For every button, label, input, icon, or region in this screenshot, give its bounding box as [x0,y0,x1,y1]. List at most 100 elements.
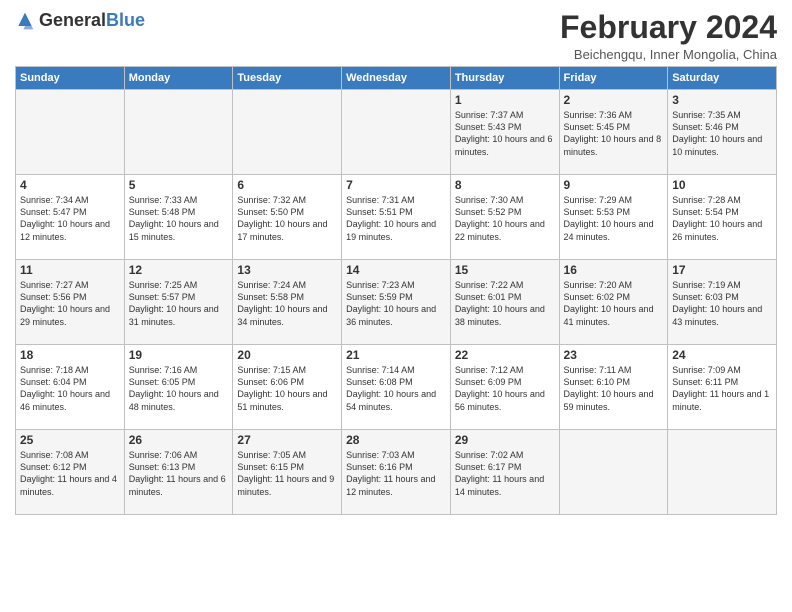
calendar-cell: 29 Sunrise: 7:02 AM Sunset: 6:17 PM Dayli… [450,430,559,515]
calendar-cell: 10 Sunrise: 7:28 AM Sunset: 5:54 PM Dayli… [668,175,777,260]
day-number: 11 [20,263,120,277]
week-row-3: 11Sunrise: 7:27 AM Sunset: 5:56 PM Dayli… [16,260,777,345]
calendar-cell: 25 Sunrise: 7:08 AM Sunset: 6:12 PM Dayli… [16,430,125,515]
day-number: 22 [455,348,555,362]
day-info: Sunrise: 7:34 AM Sunset: 5:47 PM Dayligh… [20,194,120,243]
day-info: Sunrise: 7:16 AM Sunset: 6:05 PM Dayligh… [129,364,229,413]
calendar-cell [16,90,125,175]
week-row-2: 4 Sunrise: 7:34 AM Sunset: 5:47 PM Daylig… [16,175,777,260]
day-info: Sunrise: 7:14 AM Sunset: 6:08 PM Dayligh… [346,364,446,413]
header: GeneralBlue February 2024 Beichengqu, In… [15,10,777,62]
logo-general: General [39,10,106,30]
day-info: Sunrise: 7:11 AM Sunset: 6:10 PM Dayligh… [564,364,664,413]
calendar-cell: 16 Sunrise: 7:20 AM Sunset: 6:02 PM Dayli… [559,260,668,345]
calendar-cell: 14 Sunrise: 7:23 AM Sunset: 5:59 PM Dayli… [342,260,451,345]
calendar-cell: 13 Sunrise: 7:24 AM Sunset: 5:58 PM Dayli… [233,260,342,345]
day-number: 29 [455,433,555,447]
title-block: February 2024 Beichengqu, Inner Mongolia… [560,10,777,62]
day-info: Sunrise: 7:23 AM Sunset: 5:59 PM Dayligh… [346,279,446,328]
day-number: 17 [672,263,772,277]
calendar-cell: 11Sunrise: 7:27 AM Sunset: 5:56 PM Dayli… [16,260,125,345]
day-number: 14 [346,263,446,277]
day-number: 10 [672,178,772,192]
day-number: 21 [346,348,446,362]
calendar-cell [559,430,668,515]
calendar-cell: 6 Sunrise: 7:32 AM Sunset: 5:50 PM Daylig… [233,175,342,260]
header-wednesday: Wednesday [342,67,451,90]
calendar-cell: 20Sunrise: 7:15 AM Sunset: 6:06 PM Dayli… [233,345,342,430]
calendar-cell [668,430,777,515]
day-number: 7 [346,178,446,192]
day-info: Sunrise: 7:12 AM Sunset: 6:09 PM Dayligh… [455,364,555,413]
header-saturday: Saturday [668,67,777,90]
logo-text: GeneralBlue [39,10,145,31]
day-info: Sunrise: 7:02 AM Sunset: 6:17 PM Dayligh… [455,449,555,498]
logo-icon [15,11,35,31]
day-number: 3 [672,93,772,107]
subtitle: Beichengqu, Inner Mongolia, China [560,47,777,62]
main-title: February 2024 [560,10,777,45]
day-number: 19 [129,348,229,362]
day-info: Sunrise: 7:24 AM Sunset: 5:58 PM Dayligh… [237,279,337,328]
day-number: 8 [455,178,555,192]
calendar-cell: 9 Sunrise: 7:29 AM Sunset: 5:53 PM Daylig… [559,175,668,260]
day-number: 25 [20,433,120,447]
day-number: 20 [237,348,337,362]
day-number: 12 [129,263,229,277]
day-info: Sunrise: 7:35 AM Sunset: 5:46 PM Dayligh… [672,109,772,158]
weekday-header-row: Sunday Monday Tuesday Wednesday Thursday… [16,67,777,90]
calendar-cell: 27 Sunrise: 7:05 AM Sunset: 6:15 PM Dayli… [233,430,342,515]
day-number: 2 [564,93,664,107]
header-thursday: Thursday [450,67,559,90]
day-info: Sunrise: 7:09 AM Sunset: 6:11 PM Dayligh… [672,364,772,413]
day-info: Sunrise: 7:03 AM Sunset: 6:16 PM Dayligh… [346,449,446,498]
calendar-cell: 15Sunrise: 7:22 AM Sunset: 6:01 PM Dayli… [450,260,559,345]
day-number: 15 [455,263,555,277]
page-container: GeneralBlue February 2024 Beichengqu, In… [0,0,792,525]
calendar-cell: 5Sunrise: 7:33 AM Sunset: 5:48 PM Daylig… [124,175,233,260]
day-info: Sunrise: 7:20 AM Sunset: 6:02 PM Dayligh… [564,279,664,328]
calendar-cell [342,90,451,175]
day-info: Sunrise: 7:32 AM Sunset: 5:50 PM Dayligh… [237,194,337,243]
calendar-cell: 22 Sunrise: 7:12 AM Sunset: 6:09 PM Dayli… [450,345,559,430]
day-info: Sunrise: 7:08 AM Sunset: 6:12 PM Dayligh… [20,449,120,498]
calendar-cell: 23 Sunrise: 7:11 AM Sunset: 6:10 PM Dayli… [559,345,668,430]
calendar-cell: 2 Sunrise: 7:36 AM Sunset: 5:45 PM Daylig… [559,90,668,175]
week-row-1: 1Sunrise: 7:37 AM Sunset: 5:43 PM Daylig… [16,90,777,175]
day-number: 6 [237,178,337,192]
day-info: Sunrise: 7:18 AM Sunset: 6:04 PM Dayligh… [20,364,120,413]
day-info: Sunrise: 7:37 AM Sunset: 5:43 PM Dayligh… [455,109,555,158]
day-info: Sunrise: 7:29 AM Sunset: 5:53 PM Dayligh… [564,194,664,243]
day-number: 18 [20,348,120,362]
day-number: 4 [20,178,120,192]
calendar-cell: 17Sunrise: 7:19 AM Sunset: 6:03 PM Dayli… [668,260,777,345]
logo: GeneralBlue [15,10,145,31]
calendar-cell: 4 Sunrise: 7:34 AM Sunset: 5:47 PM Daylig… [16,175,125,260]
calendar-cell: 19 Sunrise: 7:16 AM Sunset: 6:05 PM Dayli… [124,345,233,430]
header-tuesday: Tuesday [233,67,342,90]
calendar-cell: 24Sunrise: 7:09 AM Sunset: 6:11 PM Dayli… [668,345,777,430]
day-info: Sunrise: 7:36 AM Sunset: 5:45 PM Dayligh… [564,109,664,158]
day-number: 26 [129,433,229,447]
day-number: 5 [129,178,229,192]
calendar-cell: 8 Sunrise: 7:30 AM Sunset: 5:52 PM Daylig… [450,175,559,260]
calendar-cell: 1Sunrise: 7:37 AM Sunset: 5:43 PM Daylig… [450,90,559,175]
day-number: 13 [237,263,337,277]
day-info: Sunrise: 7:05 AM Sunset: 6:15 PM Dayligh… [237,449,337,498]
day-info: Sunrise: 7:25 AM Sunset: 5:57 PM Dayligh… [129,279,229,328]
day-info: Sunrise: 7:06 AM Sunset: 6:13 PM Dayligh… [129,449,229,498]
day-number: 23 [564,348,664,362]
day-number: 27 [237,433,337,447]
calendar-cell: 3 Sunrise: 7:35 AM Sunset: 5:46 PM Daylig… [668,90,777,175]
calendar-cell: 18 Sunrise: 7:18 AM Sunset: 6:04 PM Dayli… [16,345,125,430]
calendar-cell: 12 Sunrise: 7:25 AM Sunset: 5:57 PM Dayli… [124,260,233,345]
day-info: Sunrise: 7:28 AM Sunset: 5:54 PM Dayligh… [672,194,772,243]
day-number: 16 [564,263,664,277]
calendar-cell: 7Sunrise: 7:31 AM Sunset: 5:51 PM Daylig… [342,175,451,260]
header-monday: Monday [124,67,233,90]
header-sunday: Sunday [16,67,125,90]
header-friday: Friday [559,67,668,90]
week-row-4: 18 Sunrise: 7:18 AM Sunset: 6:04 PM Dayli… [16,345,777,430]
day-info: Sunrise: 7:30 AM Sunset: 5:52 PM Dayligh… [455,194,555,243]
day-number: 9 [564,178,664,192]
